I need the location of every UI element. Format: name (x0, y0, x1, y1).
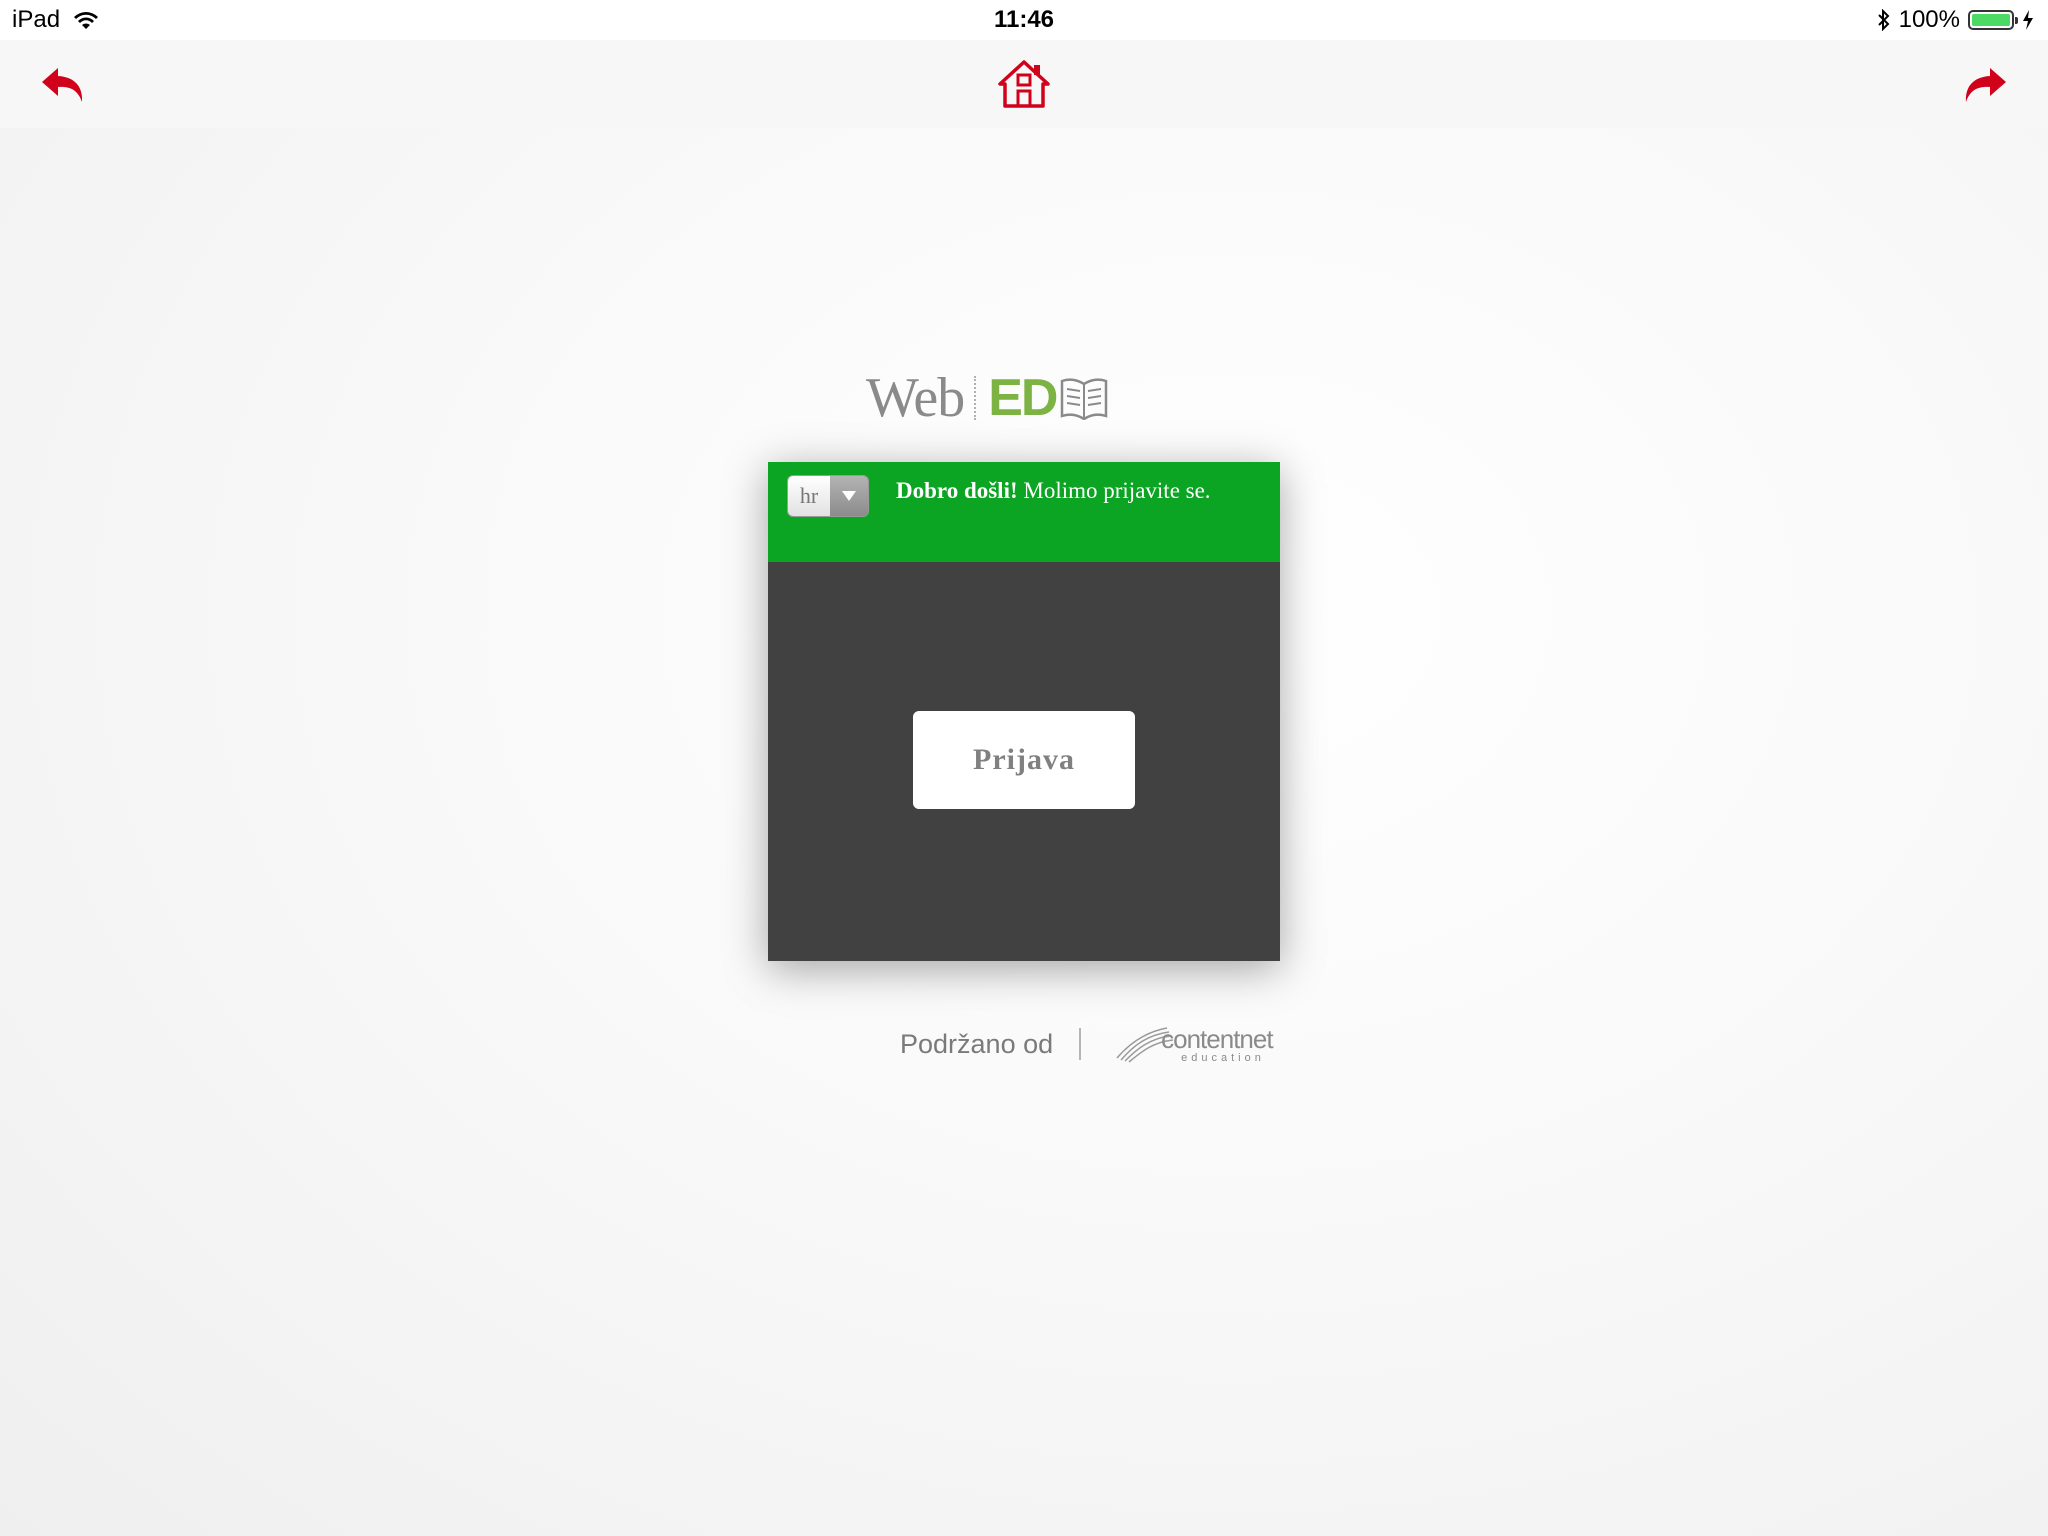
panel-header: hr Dobro došli! Molimo prijavite se. (768, 462, 1280, 562)
home-icon[interactable] (996, 56, 1052, 112)
login-panel: hr Dobro došli! Molimo prijavite se. Pri… (768, 462, 1280, 961)
language-value: hr (788, 476, 830, 516)
redo-arrow-icon[interactable] (1956, 56, 2012, 112)
webed-logo: Web ED (866, 367, 1116, 429)
status-bar: iPad 11:46 100% (0, 0, 2048, 40)
welcome-bold: Dobro došli! (896, 478, 1018, 503)
footer-separator (1079, 1028, 1082, 1060)
dropdown-arrow[interactable] (830, 476, 868, 516)
logo-web-text: Web (866, 367, 965, 429)
bluetooth-icon (1877, 9, 1890, 31)
contentnet-logo: contentnet education (1115, 1024, 1274, 1064)
partner-sub: education (1181, 1052, 1265, 1064)
open-book-icon (1061, 378, 1108, 420)
status-right: 100% (1877, 6, 2034, 34)
welcome-text: Molimo prijavite se. (1017, 478, 1211, 503)
welcome-message: Dobro došli! Molimo prijavite se. (896, 478, 1211, 504)
panel-body: Prijava (768, 562, 1280, 961)
language-select[interactable]: hr (787, 475, 869, 517)
status-time: 11:46 (993, 6, 1055, 33)
powered-by-label: Podržano od (900, 1028, 1054, 1059)
logo-separator (974, 376, 978, 420)
partner-name: contentnet (1161, 1024, 1273, 1054)
login-button[interactable]: Prijava (913, 711, 1135, 809)
undo-arrow-icon[interactable] (36, 56, 92, 112)
battery-icon (1968, 10, 2018, 30)
charging-icon (2023, 10, 2033, 30)
triangle-down-icon (842, 491, 856, 501)
powered-by: Podržano od contentnet education (900, 1024, 1274, 1064)
logo-ed-text: ED (988, 369, 1058, 427)
battery-percent: 100% (1898, 6, 1960, 33)
nav-bar (0, 40, 2048, 128)
